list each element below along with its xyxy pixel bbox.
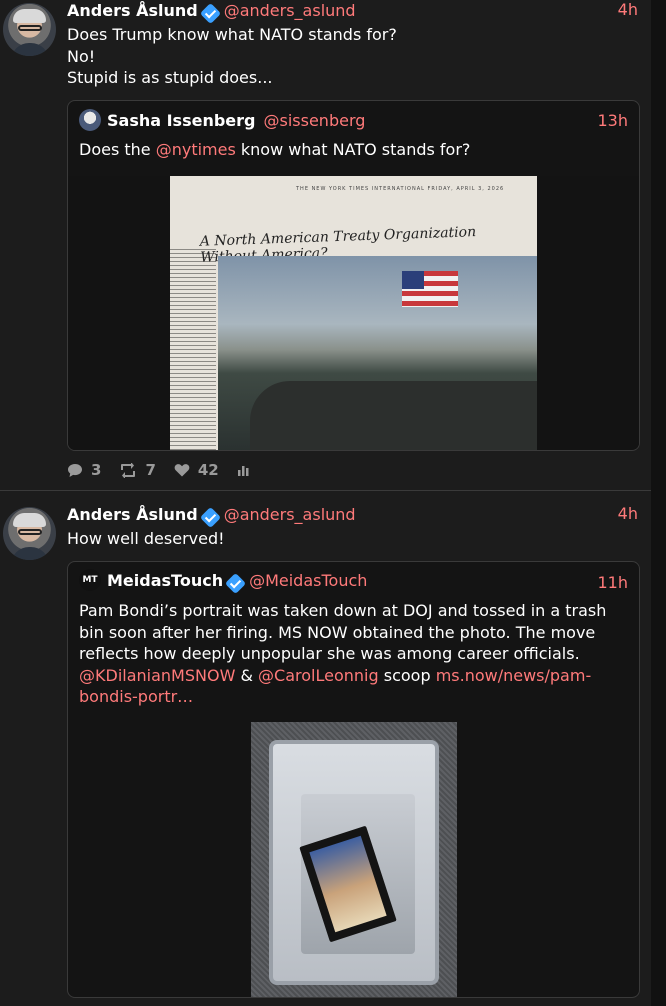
author-avatar[interactable]	[3, 507, 56, 560]
repost-icon	[121, 462, 136, 478]
quote-text-part: scoop	[378, 665, 436, 685]
post-line: No!	[67, 46, 96, 66]
trash-bin	[269, 740, 439, 985]
post-line: Does Trump know what NATO stands for?	[67, 25, 397, 44]
post-text: Does Trump know what NATO stands for? No…	[67, 24, 638, 89]
quote-time[interactable]: 11h	[598, 573, 629, 592]
newspaper-column	[170, 246, 216, 450]
author-name[interactable]: Anders Åslund	[67, 505, 198, 524]
boat-shape	[250, 381, 537, 450]
quote-author-name[interactable]: MeidasTouch	[107, 571, 223, 590]
post-time[interactable]: 4h	[618, 0, 638, 19]
post-line: How well deserved!	[67, 529, 225, 548]
quote-text: Does the @nytimes know what NATO stands …	[79, 139, 619, 161]
quote-author-name[interactable]: Sasha Issenberg	[107, 111, 256, 130]
post[interactable]: Anders Åslund @anders_aslund 4h How well…	[0, 504, 651, 1006]
author-handle[interactable]: @anders_aslund	[224, 1, 356, 20]
quote-header: Sasha Issenberg @sissenberg	[79, 109, 365, 131]
quote-avatar[interactable]: MT	[79, 569, 101, 591]
quote-header: MT MeidasTouch @MeidasTouch	[79, 569, 367, 594]
quote-time[interactable]: 13h	[598, 111, 629, 130]
author-handle[interactable]: @anders_aslund	[224, 505, 356, 524]
stats-icon	[237, 466, 249, 476]
quoted-post[interactable]: MT MeidasTouch @MeidasTouch 11h Pam Bond…	[67, 561, 640, 998]
mention-link[interactable]: @nytimes	[156, 140, 236, 159]
verified-icon	[199, 506, 221, 528]
trash-photo-image[interactable]	[251, 722, 457, 997]
quote-text-part: Does the	[79, 140, 156, 159]
quote-text-part: know what NATO stands for?	[235, 140, 471, 159]
quote-avatar[interactable]	[79, 109, 101, 131]
post-text: How well deserved!	[67, 528, 638, 550]
post-header: Anders Åslund @anders_aslund	[67, 504, 356, 528]
newspaper-image[interactable]: THE NEW YORK TIMES INTERNATIONAL FRIDAY,…	[170, 176, 537, 450]
scrollbar[interactable]	[651, 0, 666, 1006]
reply-count: 3	[91, 461, 102, 479]
newspaper-masthead: THE NEW YORK TIMES INTERNATIONAL FRIDAY,…	[296, 186, 505, 192]
post-header: Anders Åslund @anders_aslund	[67, 0, 356, 24]
quote-text-part: &	[235, 665, 259, 685]
author-avatar[interactable]	[3, 3, 56, 56]
quote-text: Pam Bondi’s portrait was taken down at D…	[79, 600, 619, 708]
reply-icon	[68, 463, 82, 477]
verified-icon	[224, 572, 247, 594]
repost-button[interactable]: 7	[119, 461, 156, 479]
like-button[interactable]: 42	[174, 461, 219, 479]
post-divider	[0, 490, 651, 491]
post-time[interactable]: 4h	[618, 504, 638, 523]
post-actions: 3 7 42	[67, 460, 275, 480]
post[interactable]: Anders Åslund @anders_aslund 4h Does Tru…	[0, 0, 651, 490]
post-line: Stupid is as stupid does...	[67, 68, 273, 87]
author-name[interactable]: Anders Åslund	[67, 1, 198, 20]
repost-count: 7	[145, 461, 156, 479]
mention-link[interactable]: @CarolLeonnig	[258, 666, 379, 685]
quoted-post[interactable]: Sasha Issenberg @sissenberg 13h Does the…	[67, 100, 640, 451]
like-count: 42	[197, 461, 219, 479]
mention-link[interactable]: @KDilanianMSNOW	[79, 666, 235, 685]
flag-icon	[402, 271, 458, 307]
timeline-feed[interactable]: Anders Åslund @anders_aslund 4h Does Tru…	[0, 0, 651, 1006]
heart-icon	[174, 464, 190, 477]
stats-button[interactable]	[237, 464, 257, 476]
reply-button[interactable]: 3	[67, 461, 101, 479]
quote-author-handle[interactable]: @sissenberg	[264, 111, 366, 130]
quote-text-part: Pam Bondi’s portrait was taken down at D…	[79, 601, 607, 663]
verified-icon	[199, 2, 221, 24]
quote-author-handle[interactable]: @MeidasTouch	[249, 571, 367, 590]
